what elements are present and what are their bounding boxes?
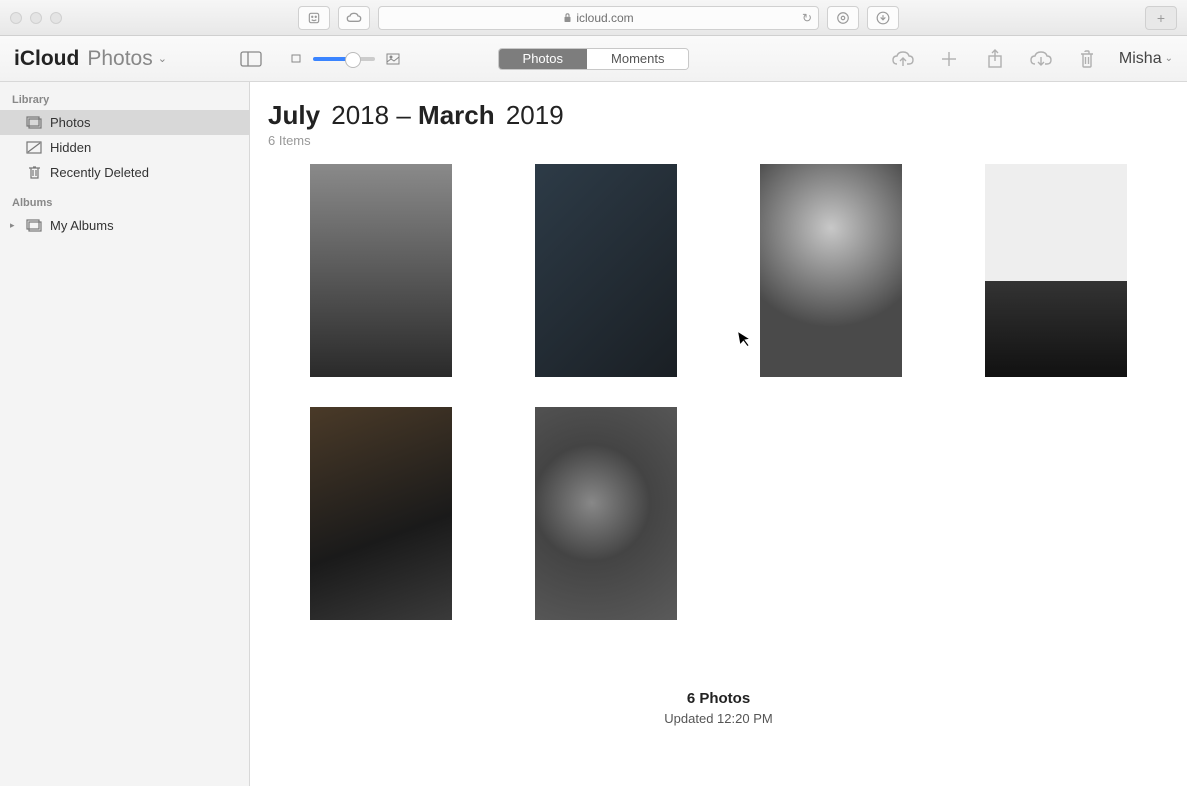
hidden-icon	[26, 141, 42, 155]
tab-moments[interactable]: Moments	[587, 49, 688, 69]
app-title-light: Photos	[87, 47, 152, 71]
album-icon	[26, 219, 42, 233]
sidebar-item-label: Photos	[50, 115, 90, 130]
traffic-lights	[10, 12, 62, 24]
trash-icon	[26, 166, 42, 180]
close-window-button[interactable]	[10, 12, 22, 24]
photos-icon	[26, 116, 42, 130]
delete-button[interactable]	[1073, 45, 1101, 73]
zoom-slider[interactable]	[313, 57, 375, 61]
address-bar[interactable]: icloud.com ↻	[378, 6, 819, 30]
view-segmented-control: Photos Moments	[498, 48, 690, 70]
sidebar-item-hidden[interactable]: Hidden	[0, 135, 249, 160]
icloud-button[interactable]	[338, 6, 370, 30]
sidebar-item-my-albums[interactable]: My Albums	[0, 213, 249, 238]
footer-info: 6 Photos Updated 12:20 PM	[268, 690, 1169, 726]
lock-icon	[563, 12, 572, 23]
zoom-out-icon[interactable]	[289, 45, 303, 73]
minimize-window-button[interactable]	[30, 12, 42, 24]
app-title[interactable]: iCloud Photos ⌄	[14, 47, 167, 71]
sidebar-item-photos[interactable]: Photos	[0, 110, 249, 135]
user-name: Misha	[1119, 50, 1162, 68]
photo-thumbnail[interactable]	[985, 164, 1127, 377]
footer-photo-count: 6 Photos	[268, 690, 1169, 707]
download-button[interactable]	[1027, 45, 1055, 73]
main-content: July 2018 – March 2019 6 Items 6 Photos …	[250, 82, 1187, 786]
chevron-down-icon: ⌄	[1165, 53, 1173, 64]
app-toolbar: iCloud Photos ⌄ Photos Moments	[0, 36, 1187, 82]
url-text: icloud.com	[576, 11, 633, 25]
upload-button[interactable]	[889, 45, 917, 73]
item-count: 6 Items	[268, 133, 1169, 148]
zoom-in-icon[interactable]	[385, 45, 401, 73]
add-button[interactable]	[935, 45, 963, 73]
photo-thumbnail[interactable]	[310, 407, 452, 620]
downloads-button[interactable]	[867, 6, 899, 30]
sidebar-item-label: Hidden	[50, 140, 91, 155]
tab-photos[interactable]: Photos	[499, 49, 587, 69]
photo-thumbnail[interactable]	[760, 164, 902, 377]
footer-updated: Updated 12:20 PM	[268, 711, 1169, 726]
sidebar-header-albums: Albums	[0, 191, 249, 213]
sidebar: Library Photos Hidden Recently Deleted A…	[0, 82, 250, 786]
sidebar-item-label: Recently Deleted	[50, 165, 149, 180]
app-title-bold: iCloud	[14, 47, 79, 71]
browser-chrome: icloud.com ↻ +	[0, 0, 1187, 36]
new-tab-button[interactable]: +	[1145, 6, 1177, 30]
date-range-title: July 2018 – March 2019	[268, 100, 1169, 131]
password-button[interactable]	[827, 6, 859, 30]
privacy-report-button[interactable]	[298, 6, 330, 30]
share-button[interactable]	[981, 45, 1009, 73]
photo-grid	[268, 164, 1169, 620]
reload-icon[interactable]: ↻	[802, 11, 812, 25]
photo-thumbnail[interactable]	[310, 164, 452, 377]
sidebar-header-library: Library	[0, 88, 249, 110]
chevron-down-icon: ⌄	[158, 52, 167, 65]
maximize-window-button[interactable]	[50, 12, 62, 24]
photo-thumbnail[interactable]	[535, 164, 677, 377]
user-menu[interactable]: Misha ⌄	[1119, 50, 1173, 68]
sidebar-item-recently-deleted[interactable]: Recently Deleted	[0, 160, 249, 185]
sidebar-toggle-button[interactable]	[237, 45, 265, 73]
sidebar-item-label: My Albums	[50, 218, 114, 233]
photo-thumbnail[interactable]	[535, 407, 677, 620]
